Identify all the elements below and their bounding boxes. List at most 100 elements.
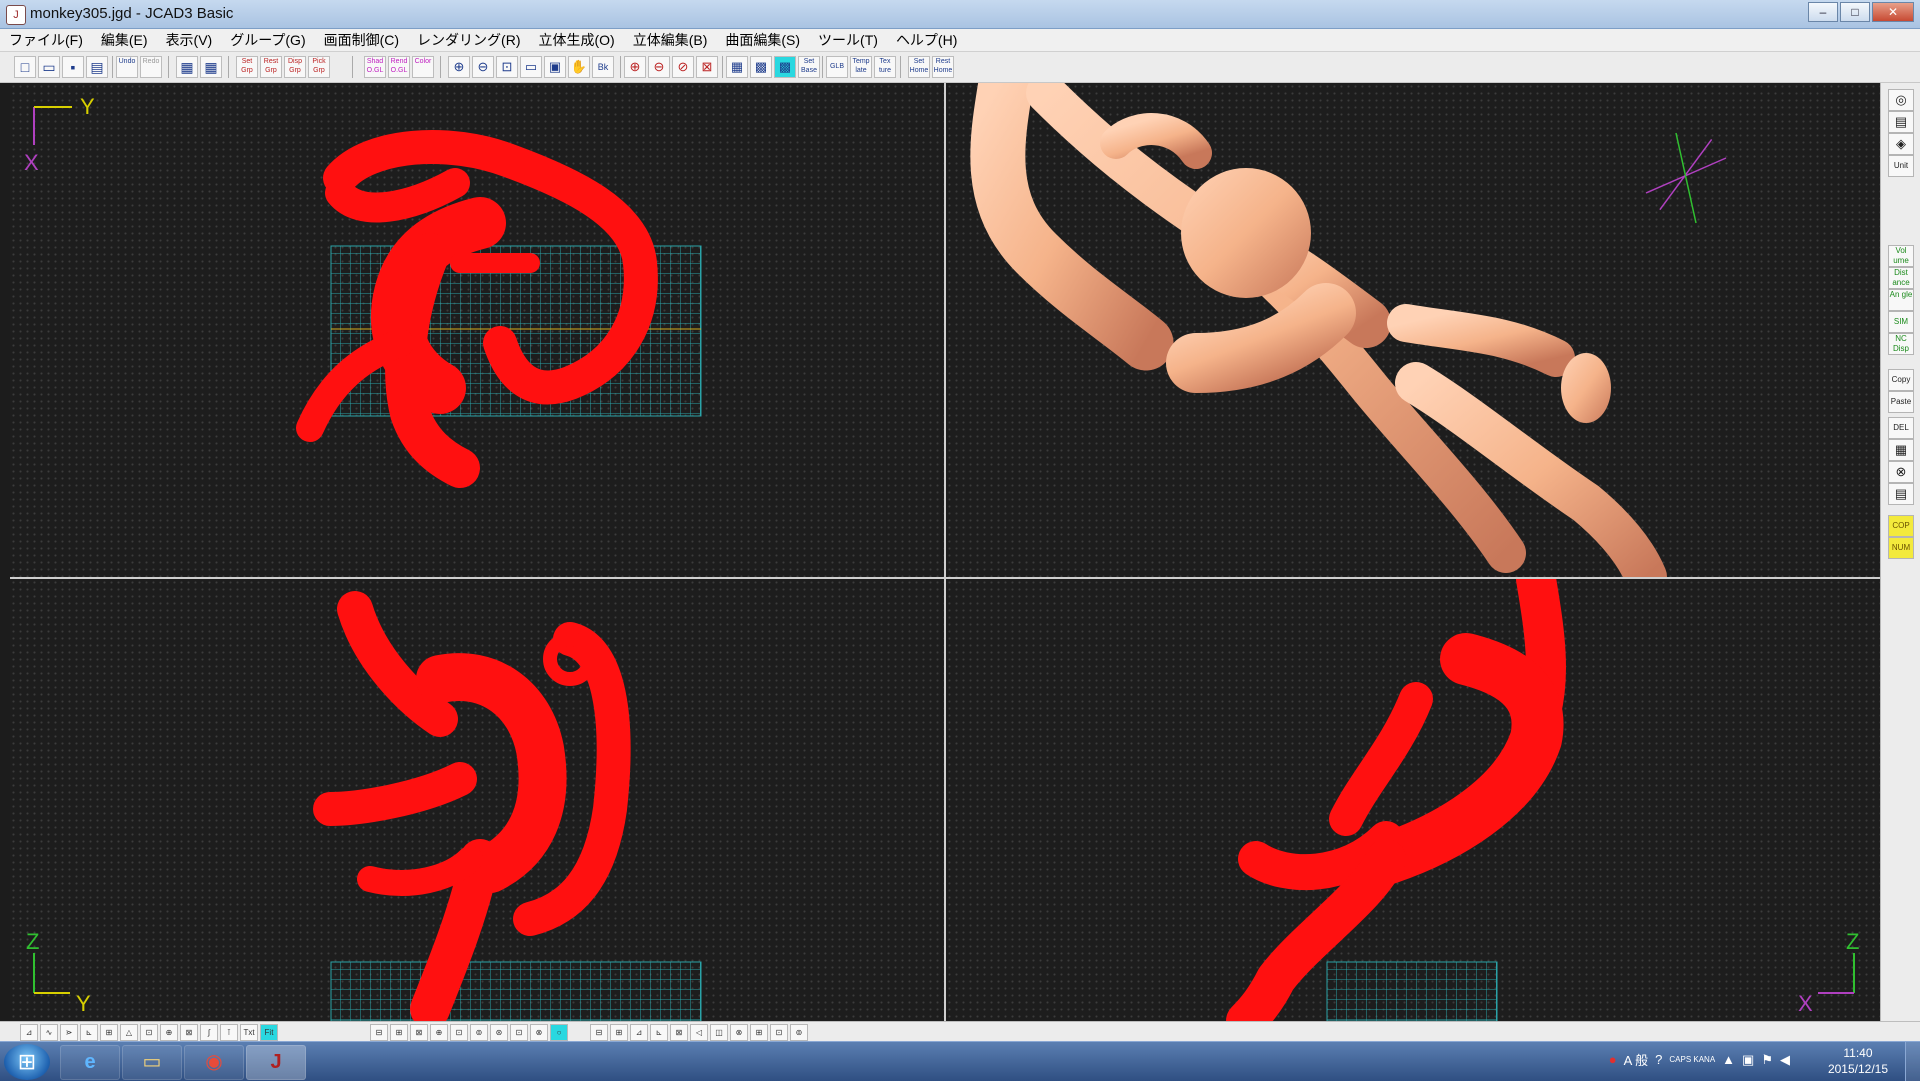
reduce-icon[interactable]: ⊖ [648,56,670,78]
grid-edit-icon[interactable]: ▦ [1888,439,1914,461]
view-printer-icon[interactable]: ▤ [1888,111,1914,133]
menu-solid-create[interactable]: 立体生成(O) [529,30,623,50]
maximize-button[interactable]: □ [1840,2,1870,22]
ime-indicator[interactable]: A 般 [1624,1050,1649,1069]
viewport-splitter-horizontal[interactable] [10,577,1880,579]
viewport-front[interactable]: Z Y [10,579,944,1021]
curve-tool-4[interactable]: ⊾ [80,1024,98,1041]
tray-help-icon[interactable]: ? [1655,1052,1662,1067]
save-button[interactable]: ▪ [62,56,84,78]
edit-tool-3[interactable]: ⊿ [630,1024,648,1041]
curve-tool-2[interactable]: ∿ [40,1024,58,1041]
solid-tool-4[interactable]: ⊕ [430,1024,448,1041]
edit-tool-2[interactable]: ⊞ [610,1024,628,1041]
menu-help[interactable]: ヘルプ(H) [887,30,966,50]
solid-tool-3[interactable]: ⊠ [410,1024,428,1041]
volume-button[interactable]: Vol ume [1888,245,1914,267]
curve-tool-5[interactable]: ⊞ [100,1024,118,1041]
zoom-reset-icon[interactable]: ⊘ [672,56,694,78]
disp-group-button[interactable]: Disp Grp [284,56,306,78]
show-desktop-button[interactable] [1905,1042,1920,1081]
tray-alert-icon[interactable]: ● [1609,1052,1617,1067]
set-base-button[interactable]: Set Base [798,56,820,78]
edit-tool-1[interactable]: ⊟ [590,1024,608,1041]
edit-tool-10[interactable]: ⊡ [770,1024,788,1041]
render-ogl-button[interactable]: Rend O.GL [388,56,410,78]
edit-tool-5[interactable]: ⊠ [670,1024,688,1041]
minimize-button[interactable]: – [1808,2,1838,22]
zoom-box-icon[interactable]: ⊠ [696,56,718,78]
tray-network-icon[interactable]: ▣ [1742,1052,1754,1068]
snap-grid-icon[interactable]: ▩ [750,56,772,78]
jcad-taskbar-icon[interactable]: J [246,1045,306,1080]
menu-edit[interactable]: 編集(E) [92,30,157,50]
viewport-splitter-vertical[interactable] [944,83,946,1021]
menu-group[interactable]: グループ(G) [221,30,314,50]
menu-screen-control[interactable]: 画面制御(C) [315,30,408,50]
grid-icon[interactable]: ▦ [726,56,748,78]
edit-tool-8[interactable]: ⊗ [730,1024,748,1041]
zoom-fit-icon[interactable]: ⊡ [496,56,518,78]
close-button[interactable]: ✕ [1872,2,1914,22]
start-button[interactable]: ⊞ [4,1044,50,1080]
menu-tools[interactable]: ツール(T) [809,30,887,50]
shade-ogl-button[interactable]: Shad O.GL [364,56,386,78]
ie-taskbar-icon[interactable]: e [60,1045,120,1080]
tray-expand-icon[interactable]: ▲ [1722,1052,1735,1067]
delete-button[interactable]: DEL [1888,417,1914,439]
menu-rendering[interactable]: レンダリング(R) [408,30,529,50]
chrome-taskbar-icon[interactable]: ◉ [184,1045,244,1080]
solid-tool-9[interactable]: ⊗ [530,1024,548,1041]
curve-tool-8[interactable]: ⊕ [160,1024,178,1041]
print-button[interactable]: ▤ [86,56,108,78]
copy-button[interactable]: Copy [1888,369,1914,391]
curve-tool-9[interactable]: ⊠ [180,1024,198,1041]
redo-button[interactable]: Redo [140,56,162,78]
solid-tool-5[interactable]: ⊡ [450,1024,468,1041]
edit-tool-4[interactable]: ⊾ [650,1024,668,1041]
curve-tool-11[interactable]: ⊺ [220,1024,238,1041]
num-button[interactable]: NUM [1888,537,1914,559]
cop-button[interactable]: COP [1888,515,1914,537]
edit-tool-6[interactable]: ◁ [690,1024,708,1041]
zoom-out-icon[interactable]: ⊖ [472,56,494,78]
tray-flag-icon[interactable]: ⚑ [1761,1052,1773,1068]
curve-tool-3[interactable]: ⋗ [60,1024,78,1041]
curve-tool-7[interactable]: ⊡ [140,1024,158,1041]
group-select-icon[interactable]: ⊗ [1888,461,1914,483]
text-tool-button[interactable]: Txt [240,1024,258,1041]
explorer-taskbar-icon[interactable]: ▭ [122,1045,182,1080]
menu-view[interactable]: 表示(V) [157,30,222,50]
edit-tool-11[interactable]: ⊚ [790,1024,808,1041]
glb-button[interactable]: GLB [826,56,848,78]
view-orbit-icon[interactable]: ◎ [1888,89,1914,111]
set-home-button[interactable]: Set Home [908,56,930,78]
menu-file[interactable]: ファイル(F) [0,30,92,50]
curve-tool-1[interactable]: ⊿ [20,1024,38,1041]
list-icon[interactable]: ▤ [1888,483,1914,505]
curve-tool-10[interactable]: ∫ [200,1024,218,1041]
menu-solid-edit[interactable]: 立体編集(B) [624,30,717,50]
template-button[interactable]: Temp late [850,56,872,78]
sim-button[interactable]: SIM [1888,311,1914,333]
undo-button[interactable]: Undo [116,56,138,78]
tray-volume-icon[interactable]: ◀ [1780,1052,1790,1068]
menu-surface-edit[interactable]: 曲面編集(S) [716,30,809,50]
texture-button[interactable]: Tex ture [874,56,896,78]
edit-tool-7[interactable]: ◫ [710,1024,728,1041]
set-group-button[interactable]: Set Grp [236,56,258,78]
app-icon[interactable]: J [6,5,26,25]
clock[interactable]: 11:40 2015/12/15 [1828,1045,1888,1077]
grid-display-icon[interactable]: ▩ [774,56,796,78]
rest-group-button[interactable]: Rest Grp [260,56,282,78]
zoom-in-icon[interactable]: ⊕ [448,56,470,78]
unit-button[interactable]: Unit [1888,155,1914,177]
color-button[interactable]: Color [412,56,434,78]
viewport-side[interactable]: Z X [946,579,1880,1021]
magnify-icon[interactable]: ⊕ [624,56,646,78]
viewport-top[interactable]: Y X [10,83,944,577]
view-diamond-icon[interactable]: ◈ [1888,133,1914,155]
curve-tool-6[interactable]: △ [120,1024,138,1041]
nc-disp-button[interactable]: NC Disp [1888,333,1914,355]
angle-button[interactable]: An gle [1888,289,1914,311]
